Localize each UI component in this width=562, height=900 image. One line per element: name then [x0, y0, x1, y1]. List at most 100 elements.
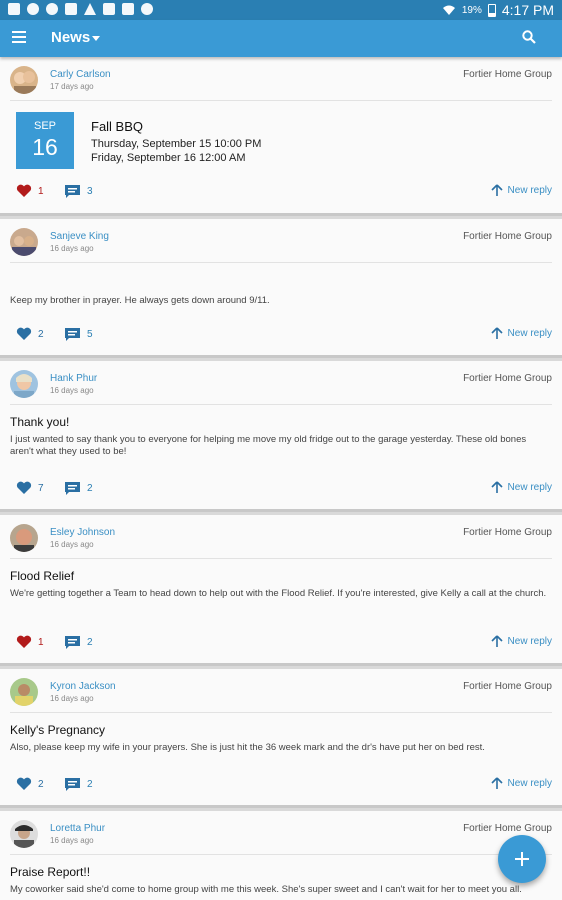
avatar[interactable]	[10, 370, 38, 398]
new-reply-label: New reply	[507, 778, 552, 789]
wrench-icon	[8, 3, 20, 15]
post-age: 16 days ago	[50, 694, 94, 703]
keyhole-icon	[46, 3, 58, 15]
post-actions: 7 2 New reply	[0, 480, 562, 498]
post-age: 17 days ago	[50, 82, 94, 91]
clock: 4:17 PM	[501, 2, 554, 18]
heart-icon	[16, 184, 32, 197]
like-count: 1	[38, 636, 44, 648]
image-icon	[122, 3, 134, 15]
status-bar: 19% 4:17 PM	[0, 0, 562, 20]
comment-count: 3	[87, 186, 93, 197]
arrow-up-icon	[490, 635, 503, 647]
avatar[interactable]	[10, 678, 38, 706]
new-reply-label: New reply	[507, 328, 552, 339]
comment-icon	[65, 778, 80, 791]
comment-button[interactable]: 5	[64, 327, 93, 342]
caret-down-icon[interactable]	[92, 36, 100, 41]
event-month: SEP	[33, 120, 56, 132]
avatar[interactable]	[10, 820, 38, 848]
author-name[interactable]: Kyron Jackson	[50, 681, 116, 692]
group-name: Fortier Home Group	[463, 681, 552, 692]
new-reply-button[interactable]: New reply	[490, 184, 552, 197]
divider	[10, 558, 552, 559]
heart-icon	[16, 777, 32, 790]
avatar[interactable]	[10, 524, 38, 552]
post-body: We're getting together a Team to head do…	[10, 588, 547, 599]
divider	[10, 854, 552, 855]
group-name: Fortier Home Group	[463, 823, 552, 834]
add-post-button[interactable]	[498, 835, 546, 883]
avatar[interactable]	[10, 66, 38, 94]
post-title[interactable]: Praise Report!!	[10, 865, 90, 879]
post-body: My coworker said she'd come to home grou…	[10, 884, 522, 895]
like-button[interactable]: 2	[16, 327, 44, 341]
comment-count: 2	[87, 483, 93, 494]
page-title[interactable]: News	[51, 29, 90, 46]
comment-icon	[65, 482, 80, 495]
post-card[interactable]: Sanjeve King 16 days ago Fortier Home Gr…	[0, 219, 562, 358]
battery-level	[488, 13, 495, 16]
event-day: 16	[32, 134, 58, 160]
post-card[interactable]: Esley Johnson 16 days ago Fortier Home G…	[0, 515, 562, 666]
comment-button[interactable]: 2	[64, 481, 93, 496]
new-reply-button[interactable]: New reply	[490, 327, 552, 340]
comment-button[interactable]: 3	[64, 184, 93, 199]
author-name[interactable]: Sanjeve King	[50, 231, 109, 242]
battery-icon	[487, 3, 496, 17]
warning-icon	[84, 3, 96, 15]
search-icon[interactable]	[522, 30, 536, 44]
post-body: I just wanted to say thank you to everyo…	[10, 434, 527, 457]
new-reply-button[interactable]: New reply	[490, 635, 552, 648]
post-card[interactable]: Loretta Phur 16 days ago Fortier Home Gr…	[0, 811, 562, 900]
like-count: 1	[38, 185, 44, 197]
group-name: Fortier Home Group	[463, 527, 552, 538]
new-reply-button[interactable]: New reply	[490, 777, 552, 790]
comment-button[interactable]: 2	[64, 777, 93, 792]
post-title[interactable]: Kelly's Pregnancy	[10, 723, 105, 737]
author-name[interactable]: Carly Carlson	[50, 69, 111, 80]
menu-icon[interactable]	[12, 31, 26, 43]
signal-icon	[141, 3, 153, 15]
like-count: 2	[38, 778, 44, 790]
avatar[interactable]	[10, 228, 38, 256]
post-actions: 1 2 New reply	[0, 634, 562, 652]
like-button[interactable]: 7	[16, 481, 44, 495]
wifi-icon	[442, 5, 455, 15]
post-title[interactable]: Thank you!	[10, 415, 69, 429]
comment-icon	[65, 185, 80, 198]
heart-icon	[16, 481, 32, 494]
comment-button[interactable]: 2	[64, 635, 93, 650]
post-actions: 1 3 New reply	[0, 183, 562, 201]
battery-percent: 19%	[461, 4, 482, 16]
notification-icons	[8, 3, 153, 15]
post-title[interactable]: Flood Relief	[10, 569, 74, 583]
new-reply-label: New reply	[507, 185, 552, 196]
post-actions: 2 5 New reply	[0, 326, 562, 344]
post-card[interactable]: Carly Carlson 17 days ago Fortier Home G…	[0, 57, 562, 216]
comment-count: 2	[87, 779, 93, 790]
new-reply-label: New reply	[507, 636, 552, 647]
comment-count: 2	[87, 637, 93, 648]
post-card[interactable]: Kyron Jackson 16 days ago Fortier Home G…	[0, 669, 562, 808]
author-name[interactable]: Loretta Phur	[50, 823, 105, 834]
arrow-up-icon	[490, 327, 503, 339]
post-body: Also, please keep my wife in your prayer…	[10, 742, 485, 753]
post-card[interactable]: Hank Phur 16 days ago Fortier Home Group…	[0, 361, 562, 512]
author-name[interactable]: Hank Phur	[50, 373, 97, 384]
arrow-up-icon	[490, 481, 503, 493]
like-button[interactable]: 1	[16, 635, 44, 649]
like-count: 7	[38, 482, 44, 494]
keyhole-icon	[27, 3, 39, 15]
divider	[10, 100, 552, 101]
event-title[interactable]: Fall BBQ	[91, 119, 143, 134]
event-end: Friday, September 16 12:00 AM	[91, 152, 246, 164]
new-reply-button[interactable]: New reply	[490, 481, 552, 494]
like-button[interactable]: 1	[16, 184, 44, 198]
author-name[interactable]: Esley Johnson	[50, 527, 115, 538]
like-button[interactable]: 2	[16, 777, 44, 791]
group-name: Fortier Home Group	[463, 69, 552, 80]
event-start: Thursday, September 15 10:00 PM	[91, 138, 262, 150]
divider	[10, 712, 552, 713]
post-actions: 2 2 New reply	[0, 776, 562, 794]
